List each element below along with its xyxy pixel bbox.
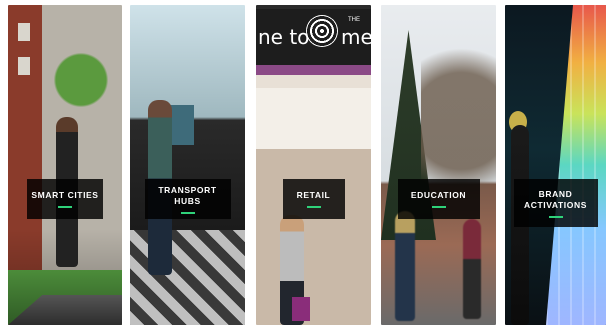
tile-education[interactable]: EDUCATION	[381, 5, 496, 325]
accent-underline	[431, 206, 446, 208]
category-tile-strip: SMART CITIES TRANSPORT HUBS ne to THE me…	[0, 0, 608, 327]
tile-transport-hubs[interactable]: TRANSPORT HUBS	[130, 5, 245, 325]
tile-label-text: SMART CITIES	[31, 190, 99, 200]
tile-retail[interactable]: ne to THE me RETAIL	[256, 5, 371, 325]
mall-sign-text-left: ne to	[258, 25, 310, 49]
accent-underline	[548, 215, 563, 218]
tile-label-line1: BRAND	[538, 188, 573, 199]
tile-label[interactable]: SMART CITIES	[27, 179, 103, 219]
tile-brand-activations[interactable]: BRAND ACTIVATIONS	[505, 5, 606, 325]
accent-underline	[58, 206, 72, 208]
tile-label-line2: ACTIVATIONS	[524, 199, 587, 210]
tree	[52, 45, 110, 115]
tile-label[interactable]: RETAIL	[282, 179, 345, 219]
window	[18, 23, 30, 41]
tile-label[interactable]: TRANSPORT HUBS	[144, 179, 231, 219]
shopping-bag	[292, 297, 310, 321]
student	[463, 219, 481, 319]
sign-subband	[256, 65, 371, 75]
tile-label[interactable]: EDUCATION	[397, 179, 480, 219]
tile-smart-cities[interactable]: SMART CITIES	[8, 5, 122, 325]
mall-logo-icon	[306, 15, 338, 47]
departure-screen	[170, 105, 194, 145]
tile-label[interactable]: BRAND ACTIVATIONS	[513, 179, 598, 227]
mall-sign-text-right: me	[341, 25, 371, 49]
mall-sign-small-text: THE	[348, 17, 360, 23]
window	[18, 57, 30, 75]
student	[395, 211, 415, 321]
accent-underline	[306, 206, 321, 208]
tile-label-text: TRANSPORT HUBS	[158, 184, 217, 206]
tile-label-text: EDUCATION	[410, 190, 467, 200]
tile-label-text: RETAIL	[296, 190, 331, 200]
accent-underline	[180, 211, 195, 214]
